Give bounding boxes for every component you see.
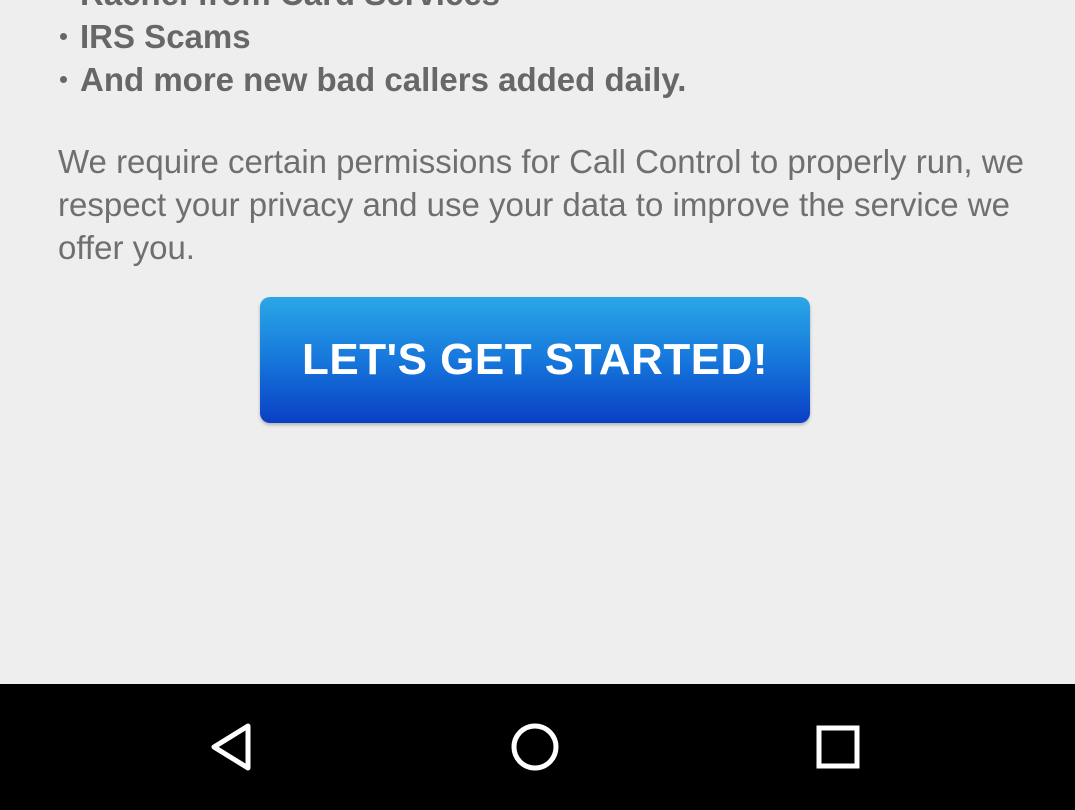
- recents-square-icon: [816, 725, 860, 769]
- back-triangle-icon: [211, 723, 251, 771]
- list-item: And more new bad callers added daily.: [58, 58, 686, 101]
- bullet-icon: [60, 33, 67, 40]
- intro-screen: Rachel from Card Services IRS Scams And …: [0, 0, 1075, 684]
- permissions-notice: We require certain permissions for Call …: [58, 143, 1024, 266]
- scam-list: Rachel from Card Services IRS Scams And …: [58, 0, 686, 101]
- list-item-text: Rachel from Card Services: [80, 0, 500, 12]
- bullet-icon: [60, 76, 67, 83]
- back-button[interactable]: [152, 684, 312, 810]
- list-item: Rachel from Card Services: [58, 0, 686, 15]
- list-item-text: And more new bad callers added daily.: [80, 61, 687, 98]
- system-navigation-bar: [0, 684, 1075, 810]
- home-circle-icon: [511, 723, 559, 771]
- home-button[interactable]: [455, 684, 615, 810]
- list-item: IRS Scams: [58, 15, 686, 58]
- recents-button[interactable]: [758, 684, 918, 810]
- get-started-button[interactable]: LET'S GET STARTED!: [260, 297, 810, 423]
- list-item-text: IRS Scams: [80, 18, 251, 55]
